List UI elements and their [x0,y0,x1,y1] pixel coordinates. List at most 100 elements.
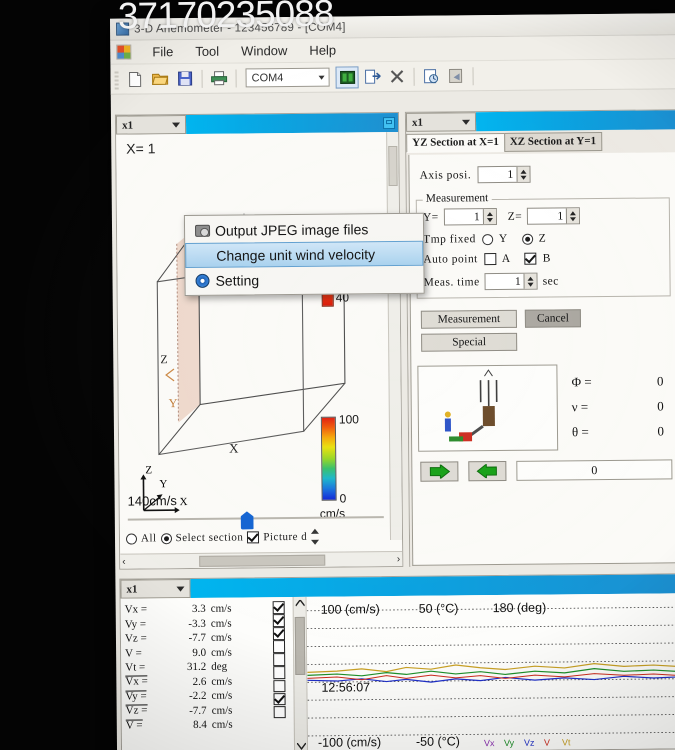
data-panel-selector-value: x1 [126,583,137,595]
scroll-right-arrow[interactable]: › [397,553,400,564]
series-checkbox[interactable] [273,667,285,680]
gizmo-y-label: Y [159,478,167,490]
axis-position-value: 1 [478,167,516,182]
menu-window[interactable]: Window [230,41,298,61]
step-forward-button[interactable] [420,461,458,481]
z-label: Z= [508,210,523,222]
step-counter[interactable]: 0 [516,459,672,480]
data-panel-selector[interactable]: x1 [120,579,190,599]
menu-tool[interactable]: Tool [184,42,230,61]
z-spinner[interactable]: 1 [527,207,580,225]
tab-yz-section[interactable]: YZ Section at X=1 [406,133,505,153]
angle-phi-row: Φ = 0 [563,373,671,390]
spinner-arrows[interactable] [524,274,537,289]
auto-point-row: Auto point A B [423,251,663,265]
table-row: Vx = 2.6 cm/s [125,674,273,690]
screenshot-root: 3-D Anemometer - 123456789 - [COM4] File… [0,0,675,750]
scrollbar-thumb[interactable] [388,146,397,186]
slider-track [128,516,384,520]
toolbar-grip[interactable] [114,69,118,89]
control-panel-selector[interactable]: x1 [406,112,476,132]
chart-top-label-temperature: 50 (°C) [419,601,459,615]
checkbox-auto-a[interactable] [484,253,496,265]
cancel-button[interactable]: Cancel [525,309,581,328]
spinner-arrows[interactable] [566,208,579,223]
section-slider[interactable] [128,510,384,526]
menu-help[interactable]: Help [298,40,347,59]
save-file-icon[interactable] [173,67,196,89]
radio-tmp-y[interactable] [482,234,493,245]
special-button[interactable]: Special [421,333,517,352]
meas-time-spinner[interactable]: 1 [485,273,538,291]
probe-preview[interactable] [417,364,558,451]
reading-name: Vx = [125,604,159,616]
view3d-vertical-scrollbar[interactable] [386,132,402,540]
scroll-left-arrow[interactable]: ‹ [122,556,125,567]
display-toggle-icon[interactable] [335,66,358,88]
color-scale-max: 100 [339,412,359,426]
view3d-canvas[interactable]: X= 1 [116,132,402,569]
new-file-icon[interactable] [123,68,146,90]
toolbar-separator-2 [236,69,237,87]
spinner-arrows[interactable] [483,209,496,224]
application-window: 3-D Anemometer - 123456789 - [COM4] File… [110,13,675,750]
replay-icon[interactable] [444,65,467,87]
chart-top-label-direction: 180 (deg) [493,601,547,616]
control-panel-selector-value: x1 [412,116,423,128]
checkbox-auto-b-label: B [543,253,551,265]
svg-text:Vz: Vz [524,738,535,748]
series-checkbox[interactable] [273,680,285,693]
menu-output-jpeg[interactable]: Output JPEG image files [185,216,423,243]
series-checkbox[interactable] [274,706,286,719]
tab-xz-section[interactable]: XZ Section at Y=1 [504,132,602,152]
com-port-select[interactable]: COM4 [245,68,329,88]
menu-output-jpeg-label: Output JPEG image files [215,221,368,238]
export-icon[interactable] [360,66,383,88]
series-checkbox[interactable] [273,693,285,706]
maximize-button[interactable] [383,116,395,128]
reading-unit: cm/s [211,675,245,687]
checkbox-auto-b[interactable] [525,253,537,265]
reading-value: -2.2 [159,690,211,702]
close-icon[interactable] [385,65,408,87]
timeseries-chart[interactable]: 100 (cm/s) 50 (°C) 180 (deg) 12:56:07 -1… [307,593,675,750]
menu-file[interactable]: File [141,42,184,61]
series-checkbox[interactable] [273,653,285,666]
series-checkbox[interactable] [273,601,285,614]
view3d-horizontal-scrollbar[interactable]: ‹ › [120,551,402,569]
radio-all-label: All [141,532,157,544]
radio-all[interactable] [126,533,137,544]
reading-name: Vx = [125,676,159,689]
view3d-selector[interactable]: x1 [116,115,186,135]
readings-scrollbar[interactable] [293,597,308,750]
open-file-icon[interactable] [148,68,171,90]
table-row: V = 9.0 cm/s [125,645,273,661]
scrollbar-thumb[interactable] [295,617,306,675]
series-checkbox[interactable] [273,640,285,653]
series-checkbox[interactable] [273,614,285,627]
spinner-arrows[interactable] [516,167,529,182]
toolbar-separator-4 [472,67,473,85]
picture-stepper[interactable] [311,529,321,545]
scroll-down-arrow[interactable] [295,740,307,750]
radio-select-section[interactable] [161,533,172,544]
toolbar-separator-3 [413,67,414,85]
y-spinner[interactable]: 1 [444,208,497,226]
table-row: Vx = 3.3 cm/s [125,601,273,617]
menu-setting[interactable]: Setting [185,266,423,293]
chart-timestamp: 12:56:07 [321,680,370,694]
scroll-up-arrow[interactable] [294,597,306,609]
measurement-button[interactable]: Measurement [421,310,517,329]
step-back-button[interactable] [468,461,506,481]
slider-handle[interactable] [240,511,253,529]
menu-change-unit[interactable]: Change unit wind velocity [185,241,423,268]
report-icon[interactable] [419,65,442,87]
hscrollbar-thumb[interactable] [200,554,325,566]
control-panel-header: x1 [406,110,675,132]
axis-position-spinner[interactable]: 1 [477,166,530,184]
print-icon[interactable] [207,67,230,89]
radio-tmp-z[interactable] [522,233,533,244]
series-checkbox[interactable] [273,627,285,640]
checkbox-picture[interactable] [247,531,259,543]
toolbar-separator-1 [202,69,203,87]
